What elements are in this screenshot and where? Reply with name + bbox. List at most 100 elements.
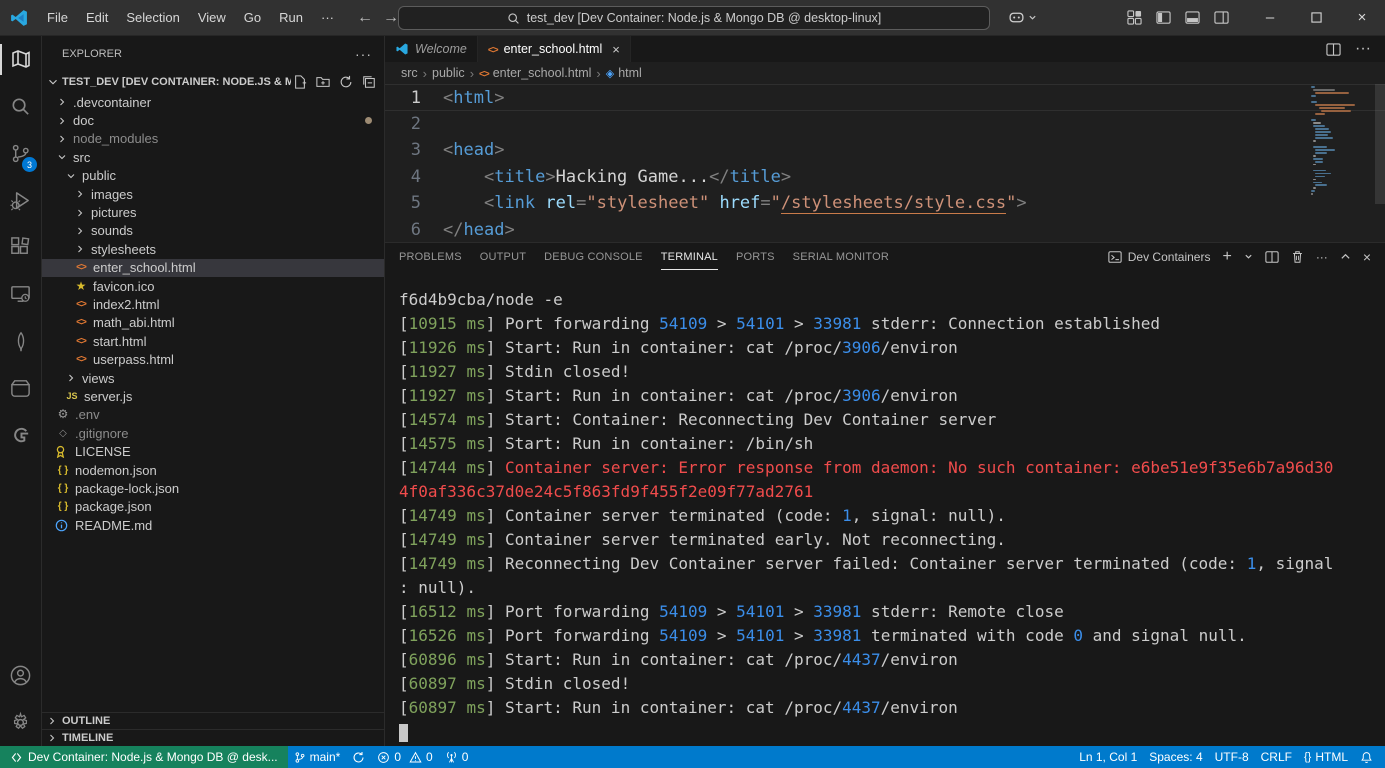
tree-item-node-modules[interactable]: node_modules — [42, 130, 384, 148]
new-terminal-icon[interactable]: + — [1222, 248, 1231, 266]
ports-status[interactable]: 0 — [439, 746, 475, 768]
tree-item-nodemon-json[interactable]: { }nodemon.json — [42, 461, 384, 479]
tree-item-index2-html[interactable]: <>index2.html — [42, 295, 384, 313]
copilot-button[interactable] — [1008, 9, 1037, 26]
tree-item-math-abi-html[interactable]: <>math_abi.html — [42, 314, 384, 332]
tree-item-package-lock-json[interactable]: { }package-lock.json — [42, 479, 384, 497]
tree-item-views[interactable]: views — [42, 369, 384, 387]
toggle-sidebar-icon[interactable] — [1156, 10, 1171, 25]
activity-accounts-icon[interactable] — [0, 652, 41, 699]
menu-selection[interactable]: Selection — [117, 6, 188, 29]
split-terminal-icon[interactable] — [1265, 250, 1279, 264]
new-folder-icon[interactable] — [316, 75, 330, 89]
panel-more-actions-icon[interactable]: ··· — [1316, 250, 1328, 264]
activity-remote-explorer-icon[interactable] — [0, 271, 41, 318]
tree-item-readme-md[interactable]: README.md — [42, 516, 384, 534]
explorer-more-actions-icon[interactable]: ··· — [355, 46, 372, 62]
maximize-panel-icon[interactable] — [1340, 251, 1351, 262]
tree-item--devcontainer[interactable]: .devcontainer — [42, 93, 384, 111]
panel-tab-ports[interactable]: PORTS — [736, 243, 775, 270]
breadcrumb-html[interactable]: ◈html — [606, 66, 642, 80]
panel-tab-terminal[interactable]: TERMINAL — [661, 243, 718, 270]
code-editor[interactable]: 1<html>23<head>4 <title>Hacking Game...<… — [385, 84, 1385, 242]
tree-item--gitignore[interactable]: ◇.gitignore — [42, 424, 384, 442]
menu-file[interactable]: File — [38, 6, 77, 29]
remote-indicator[interactable]: Dev Container: Node.js & Mongo DB @ desk… — [0, 746, 288, 768]
status-crlf[interactable]: CRLF — [1255, 746, 1298, 768]
notifications-bell[interactable] — [1354, 746, 1385, 768]
forward-button[interactable]: → — [383, 9, 399, 27]
sync-status[interactable] — [346, 746, 371, 768]
tree-item-enter-school-html[interactable]: <>enter_school.html — [42, 259, 384, 277]
activity-docker-explorer-icon[interactable] — [0, 365, 41, 412]
tab-welcome[interactable]: Welcome — [385, 36, 478, 62]
panel-tab-problems[interactable]: PROBLEMS — [399, 243, 462, 270]
close-button[interactable]: × — [1339, 0, 1385, 36]
status-utf-8[interactable]: UTF-8 — [1209, 746, 1255, 768]
tree-item-sounds[interactable]: sounds — [42, 222, 384, 240]
maximize-button[interactable] — [1293, 0, 1339, 36]
language-mode[interactable]: {} HTML — [1298, 746, 1354, 768]
back-button[interactable]: ← — [357, 9, 373, 27]
git-branch-status[interactable]: main* — [288, 746, 347, 768]
editor-more-actions-icon[interactable]: ··· — [1355, 40, 1371, 58]
tree-item-images[interactable]: images — [42, 185, 384, 203]
refresh-icon[interactable] — [339, 75, 353, 89]
menu-[interactable]: ··· — [312, 6, 343, 29]
activity-settings-icon[interactable] — [0, 699, 41, 746]
terminal-selector[interactable]: Dev Containers — [1108, 250, 1211, 264]
minimize-button[interactable]: – — [1247, 0, 1293, 36]
tab-enter-school-html[interactable]: <>enter_school.html× — [478, 36, 631, 62]
breadcrumb-enter-school-html[interactable]: <>enter_school.html — [479, 66, 591, 80]
status-ln-1-col-1[interactable]: Ln 1, Col 1 — [1073, 746, 1143, 768]
menu-go[interactable]: Go — [235, 6, 270, 29]
workspace-section-header[interactable]: TEST_DEV [DEV CONTAINER: NODE.JS & MONGO… — [42, 71, 384, 93]
tree-item-package-json[interactable]: { }package.json — [42, 498, 384, 516]
sidebar-section-timeline[interactable]: TIMELINE — [42, 729, 384, 746]
customize-layout-icon[interactable] — [1127, 10, 1142, 25]
tree-item-userpass-html[interactable]: <>userpass.html — [42, 350, 384, 368]
panel-tab-debug-console[interactable]: DEBUG CONSOLE — [544, 243, 643, 270]
tree-item--env[interactable]: ⚙.env — [42, 406, 384, 424]
editor-scrollbar[interactable] — [1375, 84, 1385, 204]
kill-terminal-icon[interactable] — [1291, 250, 1304, 264]
chevron-down-icon — [46, 75, 60, 89]
panel-tab-serial-monitor[interactable]: SERIAL MONITOR — [793, 243, 889, 270]
terminal-output[interactable]: f6d4b9cba/node -e[10915 ms] Port forward… — [385, 270, 1385, 746]
terminal-dropdown-icon[interactable] — [1244, 252, 1253, 261]
tree-item-license[interactable]: LICENSE — [42, 442, 384, 460]
split-editor-icon[interactable] — [1326, 42, 1341, 57]
menu-run[interactable]: Run — [270, 6, 312, 29]
panel-tab-output[interactable]: OUTPUT — [480, 243, 526, 270]
menu-edit[interactable]: Edit — [77, 6, 117, 29]
activity-extensions-icon[interactable] — [0, 224, 41, 271]
tab-close-icon[interactable]: × — [612, 42, 620, 57]
activity-source-control-icon[interactable]: 3 — [0, 130, 41, 177]
collapse-all-icon[interactable] — [362, 75, 376, 89]
tree-item-stylesheets[interactable]: stylesheets — [42, 240, 384, 258]
breadcrumb-src[interactable]: src — [401, 66, 418, 80]
activity-run-debug-icon[interactable] — [0, 177, 41, 224]
command-center-search[interactable]: test_dev [Dev Container: Node.js & Mongo… — [398, 6, 990, 30]
toggle-secondary-sidebar-icon[interactable] — [1214, 10, 1229, 25]
close-panel-icon[interactable]: × — [1363, 249, 1371, 265]
tree-item-doc[interactable]: doc — [42, 111, 384, 129]
tree-item-public[interactable]: public — [42, 167, 384, 185]
menu-view[interactable]: View — [189, 6, 235, 29]
status-spaces-4[interactable]: Spaces: 4 — [1143, 746, 1208, 768]
new-file-icon[interactable] — [293, 75, 307, 89]
minimap[interactable] — [1309, 86, 1371, 204]
problems-status[interactable]: 0 0 — [371, 746, 438, 768]
activity-search-icon[interactable] — [0, 83, 41, 130]
activity-mongodb-icon[interactable] — [0, 318, 41, 365]
tree-item-start-html[interactable]: <>start.html — [42, 332, 384, 350]
activity-gitlens-icon[interactable] — [0, 412, 41, 459]
activity-explorer-icon[interactable] — [0, 36, 41, 83]
tree-item-favicon-ico[interactable]: ★favicon.ico — [42, 277, 384, 295]
sidebar-section-outline[interactable]: OUTLINE — [42, 712, 384, 729]
tree-item-pictures[interactable]: pictures — [42, 203, 384, 221]
toggle-panel-icon[interactable] — [1185, 10, 1200, 25]
tree-item-server-js[interactable]: JSserver.js — [42, 387, 384, 405]
tree-item-src[interactable]: src — [42, 148, 384, 166]
breadcrumb-public[interactable]: public — [432, 66, 465, 80]
